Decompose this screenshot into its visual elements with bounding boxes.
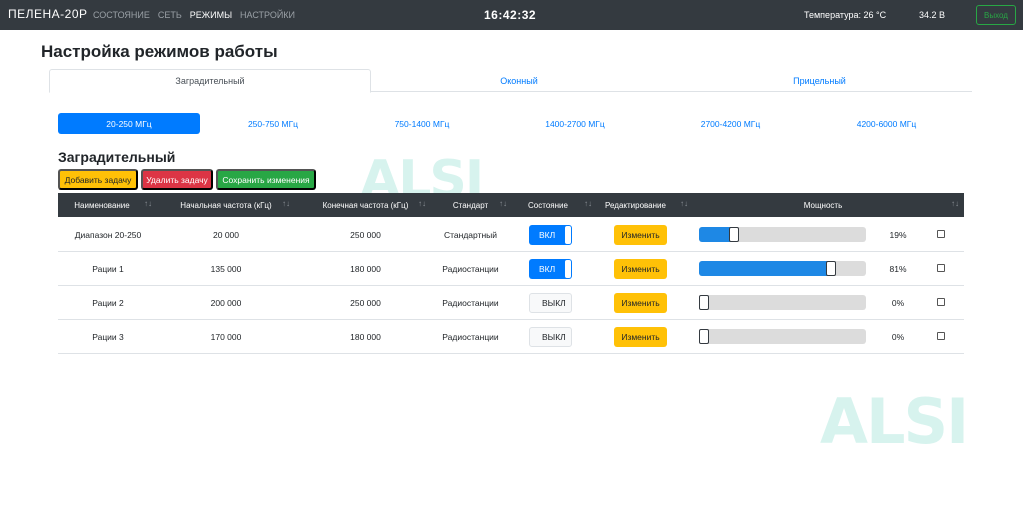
mode-tabs: Заградительный Оконный Прицельный: [49, 69, 972, 93]
header-standard[interactable]: Стандарт: [433, 193, 508, 217]
nav-link-network[interactable]: СЕТЬ: [158, 10, 182, 20]
tab-barrage[interactable]: Заградительный: [49, 69, 371, 93]
cell-standard: Стандартный: [443, 230, 498, 240]
edit-button[interactable]: Изменить: [614, 327, 667, 347]
header-state[interactable]: Состояние: [518, 193, 578, 217]
watermark-logo: ALSI: [820, 385, 969, 458]
top-navbar: ПЕЛЕНА-20Р СОСТОЯНИЕ СЕТЬ РЕЖИМЫ НАСТРОЙ…: [0, 0, 1023, 30]
voltage-readout: 34.2 В: [919, 10, 946, 20]
cell-start-freq: 200 000: [210, 298, 242, 308]
cell-name: Рации 3: [92, 332, 124, 342]
state-toggle[interactable]: ВКЛ: [529, 259, 572, 279]
power-percent: 0%: [891, 298, 905, 308]
delete-task-button[interactable]: Удалить задачу: [141, 169, 213, 190]
cell-standard: Радиостанции: [442, 298, 499, 308]
power-slider[interactable]: [699, 295, 866, 310]
power-slider-fill: [699, 261, 831, 276]
power-percent: 19%: [889, 230, 907, 240]
power-slider-thumb[interactable]: [826, 261, 836, 276]
power-percent: 0%: [891, 332, 905, 342]
table-row: Рации 3 170 000 180 000 Радиостанции ВЫК…: [58, 320, 964, 354]
power-slider-thumb[interactable]: [699, 329, 709, 344]
power-percent: 81%: [889, 264, 907, 274]
tab-targeted[interactable]: Прицельный: [667, 69, 972, 92]
pill-1400-2700[interactable]: 1400-2700 МГц: [504, 113, 646, 134]
sort-icon[interactable]: ↑↓: [584, 199, 592, 208]
nav-link-status[interactable]: СОСТОЯНИЕ: [93, 10, 150, 20]
cell-start-freq: 135 000: [210, 264, 242, 274]
sort-icon[interactable]: ↑↓: [418, 199, 426, 208]
cell-standard: Радиостанции: [442, 332, 499, 342]
temperature-readout: Температура: 26 °C: [804, 10, 887, 20]
edit-button[interactable]: Изменить: [614, 225, 667, 245]
power-slider-thumb[interactable]: [729, 227, 739, 242]
sort-icon[interactable]: ↑↓: [499, 199, 507, 208]
power-slider[interactable]: [699, 227, 866, 242]
state-toggle[interactable]: ВЫКЛ: [529, 293, 572, 313]
edit-button[interactable]: Изменить: [614, 293, 667, 313]
section-title: Заградительный: [58, 149, 176, 165]
cell-name: Рации 2: [92, 298, 124, 308]
nav-link-modes[interactable]: РЕЖИМЫ: [190, 10, 232, 20]
power-slider[interactable]: [699, 329, 866, 344]
cell-name: Диапазон 20-250: [74, 230, 142, 240]
header-edit[interactable]: Редактирование: [598, 193, 673, 217]
pill-2700-4200[interactable]: 2700-4200 МГц: [659, 113, 802, 134]
table-row: Диапазон 20-250 20 000 250 000 Стандартн…: [58, 218, 964, 252]
pill-4200-6000[interactable]: 4200-6000 МГц: [815, 113, 958, 134]
header-start-freq[interactable]: Начальная частота (кГц): [166, 193, 286, 217]
sort-icon[interactable]: ↑↓: [951, 199, 959, 208]
pill-20-250[interactable]: 20-250 МГц: [58, 113, 200, 134]
cell-standard: Радиостанции: [442, 264, 499, 274]
brand-logo[interactable]: ПЕЛЕНА-20Р: [8, 7, 88, 21]
row-checkbox[interactable]: [937, 332, 945, 340]
header-power[interactable]: Мощность: [778, 193, 868, 217]
cell-end-freq: 180 000: [350, 264, 381, 274]
cell-end-freq: 250 000: [350, 230, 381, 240]
row-checkbox[interactable]: [937, 298, 945, 306]
power-slider-thumb[interactable]: [699, 295, 709, 310]
header-end-freq[interactable]: Конечная частота (кГц): [303, 193, 428, 217]
pill-250-750[interactable]: 250-750 МГц: [203, 113, 343, 134]
table-row: Рации 1 135 000 180 000 Радиостанции ВКЛ…: [58, 252, 964, 286]
sort-icon[interactable]: ↑↓: [144, 199, 152, 208]
cell-start-freq: 170 000: [210, 332, 242, 342]
edit-button[interactable]: Изменить: [614, 259, 667, 279]
sort-icon[interactable]: ↑↓: [680, 199, 688, 208]
logout-button[interactable]: Выход: [976, 5, 1016, 25]
save-changes-button[interactable]: Сохранить изменения: [216, 169, 316, 190]
nav-link-settings[interactable]: НАСТРОЙКИ: [240, 10, 295, 20]
cell-end-freq: 250 000: [350, 298, 381, 308]
state-toggle[interactable]: ВКЛ: [529, 225, 572, 245]
state-toggle[interactable]: ВЫКЛ: [529, 327, 572, 347]
row-checkbox[interactable]: [937, 264, 945, 272]
table-row: Рации 2 200 000 250 000 Радиостанции ВЫК…: [58, 286, 964, 320]
tab-window[interactable]: Оконный: [371, 69, 667, 92]
cell-start-freq: 20 000: [213, 230, 239, 240]
add-task-button[interactable]: Добавить задачу: [58, 169, 138, 190]
cell-end-freq: 180 000: [350, 332, 381, 342]
frequency-pills: 20-250 МГц 250-750 МГц 750-1400 МГц 1400…: [58, 113, 964, 134]
table-header: Наименование ↑↓ Начальная частота (кГц) …: [58, 193, 964, 217]
cell-name: Рации 1: [92, 264, 124, 274]
header-name[interactable]: Наименование: [58, 193, 146, 217]
sort-icon[interactable]: ↑↓: [282, 199, 290, 208]
page-title: Настройка режимов работы: [41, 42, 278, 61]
clock: 16:42:32: [484, 8, 537, 22]
pill-750-1400[interactable]: 750-1400 МГц: [351, 113, 493, 134]
power-slider[interactable]: [699, 261, 866, 276]
row-checkbox[interactable]: [937, 230, 945, 238]
nav-links: СОСТОЯНИЕ СЕТЬ РЕЖИМЫ НАСТРОЙКИ: [93, 10, 295, 20]
